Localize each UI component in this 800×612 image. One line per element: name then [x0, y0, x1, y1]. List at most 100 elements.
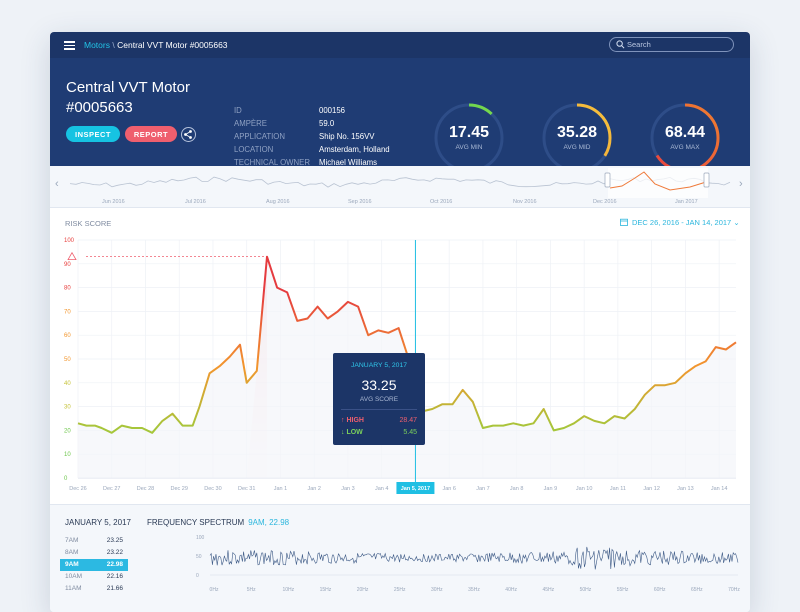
tooltip-low-label: ↓ LOW	[341, 429, 363, 436]
selected-date: JANUARY 5, 2017	[65, 518, 131, 527]
x-tick-label: Dec 28	[137, 486, 154, 492]
freq-x-tick: 20Hz	[357, 587, 369, 593]
overview-selection[interactable]	[608, 168, 708, 198]
y-tick-label: 20	[64, 428, 71, 434]
hour-row[interactable]: 7AM 23.25	[60, 535, 128, 547]
hourly-list: 7AM 23.25 8AM 23.22 9AM 22.98 10AM 22.16 11AM 21.…	[60, 535, 128, 595]
freq-x-tick: 25Hz	[394, 587, 406, 593]
breadcrumb: Motors \ Central VVT Motor #0005663	[84, 40, 228, 50]
gauge-avg-min: 17.45 AVG MIN	[433, 102, 505, 174]
report-button[interactable]: REPORT	[125, 126, 177, 142]
overview-month-label: Nov 2016	[513, 199, 537, 205]
freq-x-tick: 60Hz	[654, 587, 666, 593]
overview-left-handle[interactable]	[604, 172, 611, 188]
y-tick-label: 10	[64, 452, 71, 458]
tooltip-sub: AVG SCORE	[359, 396, 399, 403]
x-tick-label: Jan 11	[610, 486, 626, 492]
y-tick-label: 90	[64, 262, 71, 268]
y-tick-label: 100	[64, 238, 75, 244]
frequency-title-text: FREQUENCY SPECTRUM	[147, 518, 245, 527]
y-tick-label: 30	[64, 405, 71, 411]
frequency-waveform	[209, 546, 739, 570]
tooltip-divider	[341, 409, 417, 410]
y-tick-label: 40	[64, 381, 71, 387]
x-tick-label: Jan 4	[375, 486, 388, 492]
y-tick-label: 80	[64, 286, 71, 292]
top-bar: Motors \ Central VVT Motor #0005663	[50, 32, 750, 58]
y-tick-label: 60	[64, 333, 71, 339]
tooltip-high-value: 28.47	[399, 417, 417, 424]
x-tick-label: Jan 12	[643, 486, 660, 492]
y-tick-label: 0	[64, 476, 68, 482]
hour-time: 11AM	[65, 585, 82, 592]
share-button[interactable]	[181, 127, 196, 142]
tooltip-value: 33.25	[361, 377, 397, 393]
chevron-right-icon[interactable]: ›	[739, 178, 743, 190]
meta-label: APPLICATION	[234, 132, 285, 141]
freq-x-tick: 65Hz	[691, 587, 703, 593]
meta-value: Amsterdam, Holland	[319, 145, 390, 154]
search-input[interactable]	[627, 39, 727, 50]
x-tick-label: Dec 26	[69, 486, 86, 492]
freq-y-tick: 50	[196, 554, 202, 560]
hour-row[interactable]: 11AM 21.66	[60, 583, 128, 595]
calendar-icon	[620, 218, 628, 226]
x-tick-label: Dec 29	[171, 486, 188, 492]
gauge-value: 68.44	[664, 124, 706, 141]
freq-x-tick: 0Hz	[210, 587, 219, 593]
tooltip-high-label: ↑ HIGH	[341, 417, 364, 424]
overview-month-label: Jun 2016	[102, 199, 125, 205]
bottom-panel: JANUARY 5, 2017 7AM 23.25 8AM 23.22 9AM 22.98…	[50, 504, 750, 612]
x-tick-label: Jan 10	[576, 486, 593, 492]
x-tick-label: Jan 2	[307, 486, 320, 492]
freq-x-tick: 40Hz	[505, 587, 517, 593]
date-range-picker[interactable]: DEC 26, 2016 - JAN 14, 2017 ⌄	[620, 218, 740, 227]
freq-x-tick: 30Hz	[431, 587, 443, 593]
x-tick-label: Jan 8	[510, 486, 523, 492]
gauge-label: AVG MIN	[455, 144, 483, 151]
hour-time: 8AM	[65, 549, 79, 556]
x-tick-label[interactable]: Jan 5, 2017	[401, 486, 430, 492]
hour-time: 9AM	[65, 561, 79, 568]
x-tick-label: Jan 3	[341, 486, 354, 492]
x-tick-label: Jan 7	[476, 486, 489, 492]
gauge-label: AVG MID	[563, 144, 591, 151]
hour-time: 7AM	[65, 537, 79, 544]
dashboard-card: Motors \ Central VVT Motor #0005663 Cent…	[50, 32, 750, 612]
freq-x-tick: 35Hz	[468, 587, 480, 593]
gauge-value: 17.45	[448, 124, 490, 141]
hamburger-menu-icon[interactable]	[64, 41, 75, 50]
frequency-spectrum-chart: 100 50 0 0Hz 5Hz 10Hz 15Hz 20Hz 25Hz 30Hz 35Hz 40Hz…	[196, 535, 740, 593]
x-tick-label: Dec 30	[204, 486, 221, 492]
hour-row[interactable]: 8AM 23.22	[60, 547, 128, 559]
chevron-down-icon: ⌄	[733, 218, 740, 227]
gauge-value: 35.28	[556, 124, 598, 141]
meta-label: ID	[234, 106, 242, 115]
overview-right-handle[interactable]	[703, 172, 710, 188]
hour-value: 22.98	[106, 561, 123, 568]
overview-sparkline	[69, 168, 731, 198]
meta-label: AMPÈRE	[234, 119, 267, 128]
breadcrumb-motors-link[interactable]: Motors	[84, 40, 110, 50]
motor-header: Central VVT Motor #0005663 ID 000156 AMPÈR…	[50, 58, 750, 173]
overview-month-label: Sep 2016	[348, 199, 372, 205]
overview-month-label: Dec 2016	[593, 199, 617, 205]
freq-x-tick: 10Hz	[282, 587, 294, 593]
hour-value: 22.16	[106, 573, 123, 580]
x-tick-label: Dec 27	[103, 486, 120, 492]
hour-row[interactable]: 9AM 22.98	[60, 559, 128, 571]
gauge-avg-mid: 35.28 AVG MID	[541, 102, 613, 174]
tooltip-low-value: 5.45	[403, 429, 417, 436]
frequency-title: FREQUENCY SPECTRUM 9AM, 22.98	[147, 518, 289, 527]
freq-y-tick: 100	[196, 535, 205, 541]
freq-x-tick: 50Hz	[580, 587, 592, 593]
hour-value: 21.66	[106, 585, 123, 592]
chevron-left-icon[interactable]: ‹	[55, 178, 59, 190]
inspect-button[interactable]: INSPECT	[66, 126, 120, 142]
freq-x-tick: 5Hz	[247, 587, 256, 593]
x-tick-label: Jan 6	[442, 486, 455, 492]
meta-value: 59.0	[319, 119, 335, 128]
meta-value: 000156	[319, 106, 346, 115]
hour-row[interactable]: 10AM 22.16	[60, 571, 128, 583]
overview-timeline[interactable]: ‹ › Jun 2016 Jul 2016 Aug 2016 Sep 2016 Oct …	[50, 166, 750, 208]
